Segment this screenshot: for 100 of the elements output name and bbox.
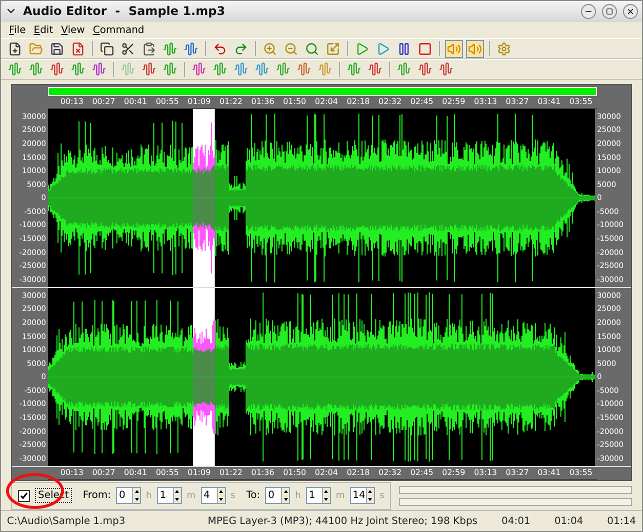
time-label: 00:55 [156,466,179,479]
overview-bar[interactable] [48,86,597,96]
play-selection-icon [376,42,390,56]
paste-icon [142,42,156,56]
time-spin-field[interactable]: 4 [200,487,226,504]
waveform-icon [92,62,106,76]
toolbar-button[interactable] [98,40,116,58]
time-label: 01:50 [283,96,306,108]
speaker-icon [447,42,461,56]
waveform-icon [297,62,311,76]
time-label: 01:09 [188,466,211,479]
waveform-icon [234,62,248,76]
time-spin-field[interactable]: 0 [265,487,290,504]
menu-item[interactable]: File [9,24,26,36]
waveform-icon [192,62,206,76]
new-file-icon [8,42,22,56]
speaker-toggle-button[interactable] [445,40,463,58]
menu-item[interactable]: Command [92,24,144,36]
time-label: 01:22 [219,96,242,108]
copy-icon [100,42,114,56]
time-label: 02:04 [314,466,338,479]
menu-item[interactable]: View [61,24,85,36]
waveform-icon [397,62,411,76]
time-label: 03:27 [506,466,529,479]
time-readout: 01:04 [554,516,584,527]
time-label: 02:18 [346,466,370,479]
time-label: 02:18 [346,96,370,108]
save-icon [50,42,64,56]
waveform-icon [368,62,382,76]
time-label: 02:04 [314,96,338,108]
search-icon [305,42,319,56]
close-icon [626,6,635,16]
time-label: 01:22 [219,466,242,479]
waveform-icon [163,62,177,76]
toolbar-button[interactable] [182,40,200,58]
from-label: From: [82,490,112,502]
time-label: 00:27 [92,96,116,108]
time-spin-field[interactable]: 1 [156,487,182,504]
waveform-icon [276,62,290,76]
unit-label: s [380,490,384,501]
stop-icon [418,42,432,56]
folder-icon [29,42,43,56]
waveform-icon [163,42,177,56]
unit-label: h [295,490,301,501]
time-label: 02:45 [410,96,434,108]
time-label: 03:55 [569,96,592,108]
waveform-icon [29,62,43,76]
time-readout: 01:14 [607,516,636,527]
zoom-fit-icon [326,42,340,56]
time-label: 03:27 [506,96,529,108]
redo-icon [234,42,248,56]
waveform-icon [71,62,85,76]
play-icon [355,42,369,56]
waveform-icon [347,62,361,76]
select-checkbox[interactable] [18,490,30,502]
unit-label: s [230,490,236,501]
menu-item[interactable]: Edit [34,24,54,36]
file-path: C:\Audio\Sample 1.mp3 [7,516,126,527]
waveform-icon [255,62,269,76]
time-label: 00:27 [92,466,116,479]
time-label: 01:50 [283,466,306,479]
settings-icon [497,42,511,56]
waveform-icon [184,42,198,56]
minimize-button[interactable] [581,4,596,19]
waveform-icon [418,62,432,76]
time-readout: 04:01 [502,516,530,527]
time-label: 00:41 [124,96,148,108]
waveform-icon [8,62,22,76]
time-label: 03:55 [569,466,592,479]
scissors-icon [121,42,135,56]
time-label: 02:59 [442,96,466,108]
waveform-icon [213,62,227,76]
delete-file-icon [71,42,85,56]
waveform-icon [142,62,156,76]
unit-label: h [146,490,152,501]
time-label: 01:36 [251,466,274,479]
close-button[interactable] [623,4,638,19]
time-spin-field[interactable]: 0 [116,487,142,504]
time-label: 02:59 [442,466,466,479]
time-label: 03:13 [474,466,497,479]
pause-icon [397,42,411,56]
window-title: Audio Editor - Sample 1.mp3 [23,4,226,18]
time-label: 01:09 [188,96,211,108]
waveform-icon [50,62,64,76]
time-label: 01:36 [251,96,274,108]
time-label: 02:32 [378,466,402,479]
waveform-icon [439,62,453,76]
time-label: 00:55 [156,96,179,108]
zoom-out-icon [284,42,298,56]
time-label: 02:32 [378,96,402,108]
time-label: 03:41 [538,466,561,479]
time-label: 00:13 [60,96,84,108]
time-label: 00:41 [124,466,148,479]
format-info: MPEG Layer-3 (MP3); 44100 Hz Joint Stereo; 198 Kbps [208,516,478,527]
time-label: 00:13 [60,466,84,479]
maximize-button[interactable] [602,4,617,19]
waveform-icon [121,62,135,76]
time-spin-field[interactable]: 14 [350,487,375,504]
time-spin-field[interactable]: 1 [306,487,331,504]
speaker-toggle-button[interactable] [466,40,484,58]
